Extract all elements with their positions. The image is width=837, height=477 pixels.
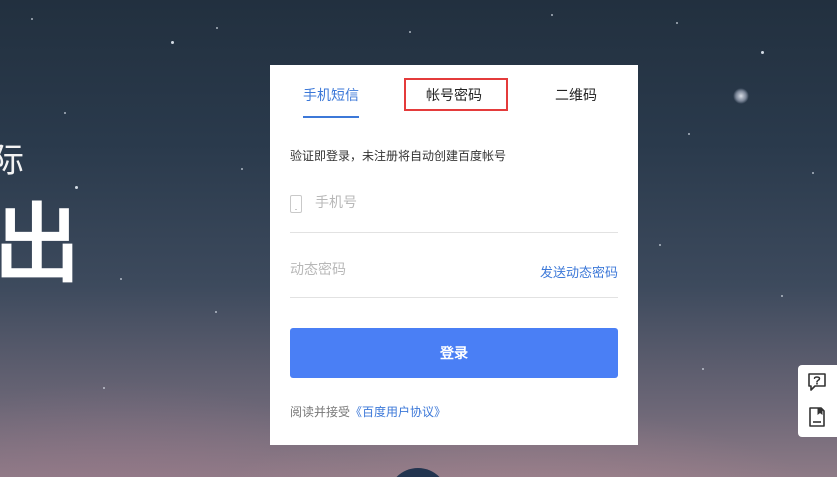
- tab-qr-code[interactable]: 二维码: [555, 85, 597, 105]
- star: [676, 22, 678, 24]
- tab-sms-login[interactable]: 手机短信: [303, 85, 359, 105]
- star: [659, 244, 661, 246]
- planet-decoration: [388, 468, 448, 477]
- dynamic-code-input[interactable]: [290, 260, 510, 280]
- side-tools: [798, 365, 837, 437]
- login-tabs: 手机短信 帐号密码 二维码: [270, 65, 638, 120]
- login-notice: 验证即登录，未注册将自动创建百度帐号: [290, 149, 507, 163]
- agreement-line: 阅读并接受《百度用户协议》: [290, 403, 446, 420]
- code-field: 发送动态密码: [290, 250, 618, 298]
- star: [551, 14, 553, 16]
- feedback-icon[interactable]: [806, 406, 828, 428]
- star: [75, 186, 78, 189]
- star: [216, 27, 218, 29]
- agreement-prefix: 阅读并接受: [290, 405, 351, 419]
- star: [409, 31, 411, 33]
- active-tab-indicator: [303, 116, 359, 118]
- background-slogan-small: 际: [0, 141, 24, 181]
- star: [812, 172, 814, 174]
- star: [64, 112, 66, 114]
- highlight-annotation-box: [404, 78, 508, 111]
- star: [702, 368, 704, 370]
- star: [31, 18, 33, 20]
- phone-input[interactable]: [315, 193, 605, 213]
- help-icon[interactable]: [806, 371, 828, 393]
- login-button[interactable]: 登录: [290, 328, 618, 378]
- star: [688, 133, 690, 135]
- user-agreement-link[interactable]: 《百度用户协议》: [350, 405, 446, 419]
- galaxy-decoration: [733, 88, 749, 104]
- background-slogan-big: 出: [0, 194, 80, 295]
- star: [215, 311, 217, 313]
- star: [241, 168, 243, 170]
- star: [761, 51, 764, 54]
- mobile-phone-icon: [290, 195, 302, 213]
- star: [120, 278, 122, 280]
- phone-field: [290, 183, 618, 233]
- star: [103, 387, 105, 389]
- send-code-link[interactable]: 发送动态密码: [540, 262, 618, 281]
- login-page: 际 出 手机短信 帐号密码 二维码 验证即登录，未注册将自动创建百度帐号 发送动…: [0, 0, 837, 477]
- star: [171, 41, 174, 44]
- star: [781, 295, 783, 297]
- login-card: 手机短信 帐号密码 二维码 验证即登录，未注册将自动创建百度帐号 发送动态密码 …: [270, 65, 638, 445]
